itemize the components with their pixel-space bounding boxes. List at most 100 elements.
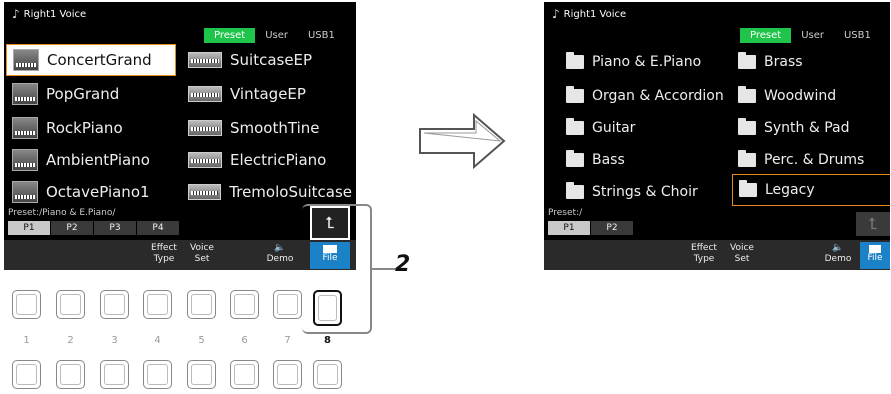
folder-icon: [739, 180, 757, 197]
button-number: 2: [67, 335, 74, 346]
folder-label: Strings & Choir: [592, 184, 698, 200]
voice-item[interactable]: SmoothTine: [182, 112, 352, 144]
voice-item[interactable]: RockPiano: [6, 112, 176, 144]
folder-item-selected[interactable]: Legacy: [732, 174, 890, 206]
panel-lower-button[interactable]: [12, 360, 41, 389]
button-number: 5: [198, 335, 205, 346]
panel-lower-button[interactable]: [143, 360, 172, 389]
page-tab[interactable]: P1: [548, 221, 590, 235]
panel-button-2[interactable]: [56, 290, 85, 319]
folder-item[interactable]: Synth & Pad: [732, 112, 888, 144]
effect-type-button[interactable]: Effect Type: [144, 243, 184, 265]
callout-line: [372, 268, 396, 270]
page-tab[interactable]: P2: [51, 221, 93, 235]
voice-item[interactable]: VintageEP: [182, 78, 352, 110]
up-folder-button[interactable]: ⮤: [856, 212, 890, 236]
tab-preset[interactable]: Preset: [740, 28, 792, 43]
panel-lower-button[interactable]: [313, 360, 342, 389]
electric-piano-icon: [188, 152, 222, 168]
folder-label: Perc. & Drums: [764, 152, 865, 168]
folder-item[interactable]: Brass: [732, 46, 888, 78]
page-tab[interactable]: P2: [591, 221, 633, 235]
folder-item[interactable]: Piano & E.Piano: [560, 46, 730, 78]
voice-label: SuitcaseEP: [230, 51, 313, 69]
demo-label: Demo: [266, 254, 294, 264]
grand-piano-icon: [12, 117, 38, 139]
folder-item[interactable]: Perc. & Drums: [732, 144, 888, 176]
page-tab[interactable]: P3: [94, 221, 136, 235]
screen-title-text: Right1 Voice: [563, 8, 627, 20]
tab-usb1[interactable]: USB1: [298, 28, 345, 43]
demo-button[interactable]: 🔈 Demo: [260, 243, 300, 265]
panel-lower-button[interactable]: [187, 360, 216, 389]
voice-set-line1: Voice: [190, 243, 214, 253]
folder-icon: [738, 150, 756, 167]
voice-item[interactable]: ElectricPiano: [182, 144, 352, 176]
tab-preset[interactable]: Preset: [204, 28, 256, 43]
folder-item[interactable]: Organ & Accordion: [560, 80, 730, 112]
voice-item[interactable]: OctavePiano1: [6, 176, 176, 208]
file-button[interactable]: File: [860, 242, 890, 269]
electric-piano-icon: [188, 120, 222, 136]
folder-item[interactable]: Woodwind: [732, 80, 888, 112]
electric-piano-icon: [188, 86, 222, 102]
file-label: File: [867, 253, 883, 263]
panel-button-1[interactable]: [12, 290, 41, 319]
effect-label-line2: Type: [153, 254, 175, 264]
voice-label: PopGrand: [46, 85, 120, 103]
voice-set-line1: Voice: [730, 243, 754, 253]
button-number: 6: [241, 335, 248, 346]
voice-item[interactable]: AmbientPiano: [6, 144, 176, 176]
button-number: 4: [154, 335, 161, 346]
voice-set-line2: Set: [194, 254, 210, 264]
voice-label: VintageEP: [230, 85, 306, 103]
panel-lower-button[interactable]: [100, 360, 129, 389]
folder-label: Brass: [764, 54, 803, 70]
effect-type-button[interactable]: Effect Type: [684, 243, 724, 265]
panel-button-3[interactable]: [100, 290, 129, 319]
tab-user[interactable]: User: [255, 28, 298, 43]
tab-usb1[interactable]: USB1: [834, 28, 881, 43]
voice-item[interactable]: SuitcaseEP: [182, 44, 352, 76]
page-tab[interactable]: P1: [8, 221, 50, 235]
panel-button-8[interactable]: [313, 290, 342, 326]
voice-item[interactable]: ConcertGrand: [6, 44, 176, 76]
page-tab[interactable]: P4: [137, 221, 179, 235]
demo-label: Demo: [824, 254, 852, 264]
panel-button-5[interactable]: [187, 290, 216, 319]
grand-piano-icon: [12, 83, 38, 105]
folder-icon: [566, 86, 584, 103]
folder-icon: [566, 150, 584, 167]
panel-lower-button[interactable]: [56, 360, 85, 389]
bank-tabs: Preset User USB1: [204, 28, 345, 43]
grand-piano-icon: [12, 181, 38, 203]
voice-set-button[interactable]: Voice Set: [182, 243, 222, 265]
panel-button-7[interactable]: [273, 290, 302, 319]
voice-item[interactable]: PopGrand: [6, 78, 176, 110]
bank-tabs: Preset User USB1: [740, 28, 881, 43]
step-callout: 2: [395, 252, 411, 277]
folder-item[interactable]: Strings & Choir: [560, 176, 730, 208]
folder-label: Organ & Accordion: [592, 88, 724, 104]
screen-title: ♪ Right1 Voice: [552, 7, 626, 21]
panel-lower-button[interactable]: [273, 360, 302, 389]
button-number: 7: [284, 335, 291, 346]
demo-button[interactable]: 🔈 Demo: [818, 243, 858, 265]
folder-icon: [566, 52, 584, 69]
voice-label: ConcertGrand: [47, 51, 152, 69]
panel-button-4[interactable]: [143, 290, 172, 319]
panel-button-6[interactable]: [230, 290, 259, 319]
folder-item[interactable]: Bass: [560, 144, 730, 176]
folder-label: Woodwind: [764, 88, 837, 104]
voice-set-line2: Set: [734, 254, 750, 264]
right-voice-screen: ♪ Right1 Voice Preset User USB1 Piano & …: [544, 2, 890, 270]
panel-lower-button[interactable]: [230, 360, 259, 389]
button-number: 8: [324, 335, 331, 346]
path-label: Preset:/Piano & E.Piano/: [8, 208, 116, 218]
voice-label: AmbientPiano: [46, 151, 150, 169]
electric-piano-icon: [188, 52, 222, 68]
button-number: 3: [111, 335, 118, 346]
tab-user[interactable]: User: [791, 28, 834, 43]
folder-item[interactable]: Guitar: [560, 112, 730, 144]
voice-set-button[interactable]: Voice Set: [722, 243, 762, 265]
